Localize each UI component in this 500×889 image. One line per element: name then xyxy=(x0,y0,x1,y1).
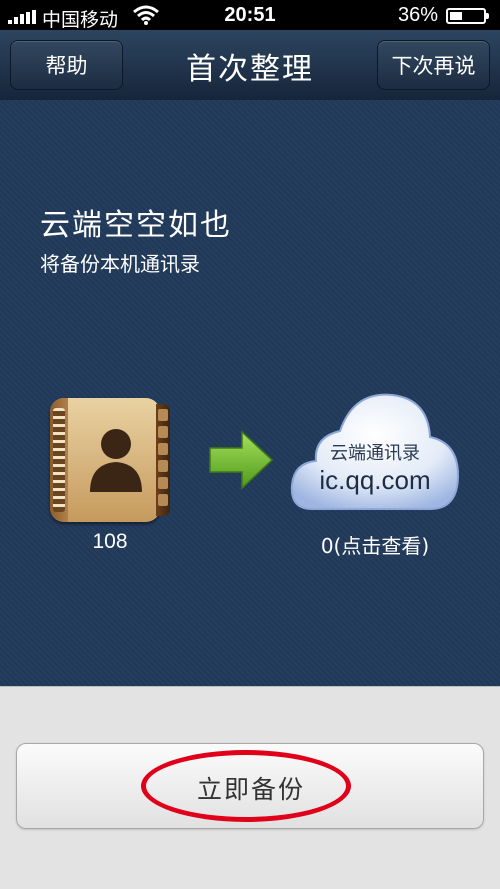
highlight-ring xyxy=(141,750,351,822)
cloud-url: ic.qq.com xyxy=(319,465,431,495)
main-panel: 云端空空如也 将备份本机通讯录 108 云端通讯录 ic.qq.com 0(点击… xyxy=(0,100,500,686)
cloud-contacts-button[interactable]: 云端通讯录 ic.qq.com xyxy=(290,385,460,515)
navigation-bar: 帮助 首次整理 下次再说 xyxy=(0,30,500,101)
status-bar: 中国移动 20:51 36% xyxy=(0,0,500,31)
cloud-contacts-status[interactable]: 0(点击查看) xyxy=(290,530,460,559)
local-contacts-count: 108 xyxy=(92,530,128,553)
backup-now-button[interactable]: 立即备份 xyxy=(16,743,484,829)
local-contacts-icon xyxy=(50,398,170,522)
skip-later-button[interactable]: 下次再说 xyxy=(377,40,490,90)
action-bar: 立即备份 xyxy=(0,686,500,889)
arrow-right-icon xyxy=(209,430,274,490)
backup-hint: 将备份本机通讯录 xyxy=(40,252,200,276)
battery-icon xyxy=(446,8,489,24)
cloud-title: 云端通讯录 xyxy=(330,443,420,464)
empty-cloud-heading: 云端空空如也 xyxy=(40,208,232,243)
battery-percent: 36% xyxy=(397,4,438,26)
